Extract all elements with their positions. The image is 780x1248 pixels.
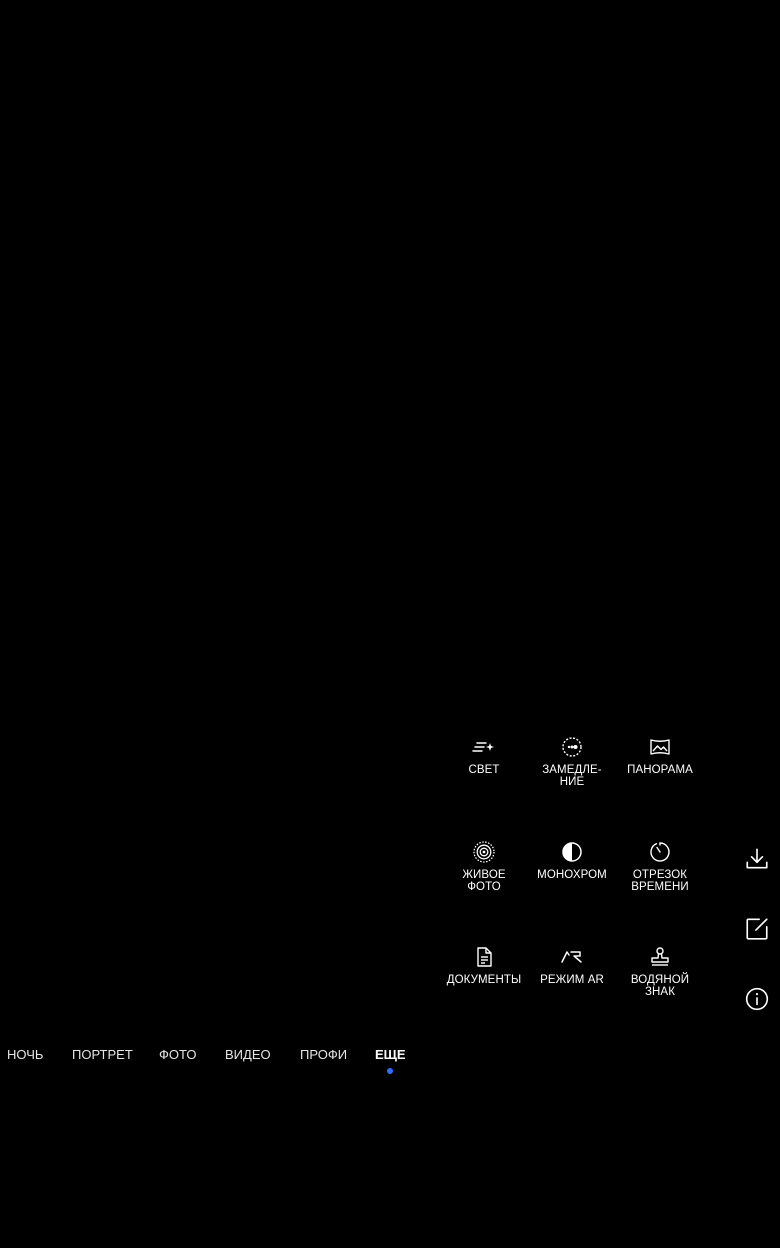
mode-ar[interactable]: РЕЖИМ AR	[528, 945, 616, 986]
info-icon	[744, 986, 770, 1012]
edit-button[interactable]	[744, 916, 770, 942]
monochrome-icon	[560, 840, 584, 864]
document-icon	[472, 945, 496, 969]
mode-tab-pro[interactable]: ПРОФИ	[300, 1047, 347, 1063]
ar-icon	[560, 945, 584, 969]
watermark-stamp-icon	[648, 945, 672, 969]
mode-tab-portrait[interactable]: ПОРТРЕТ	[72, 1047, 133, 1063]
mode-panorama[interactable]: ПАНОРАМА	[616, 735, 704, 776]
timelapse-icon	[648, 840, 672, 864]
mode-timelapse-label: ОТРЕЗОК ВРЕМЕНИ	[631, 869, 689, 893]
mode-watermark-label: ВОДЯНОЙ ЗНАК	[630, 974, 690, 998]
mode-panorama-label: ПАНОРАМА	[627, 764, 693, 776]
live-photo-icon	[472, 840, 496, 864]
mode-live-photo-label: ЖИВОЕ ФОТО	[462, 869, 506, 893]
mode-documents[interactable]: ДОКУМЕНТЫ	[440, 945, 528, 986]
mode-slowmo[interactable]: ЗАМЕДЛЕ- НИЕ	[528, 735, 616, 788]
active-mode-indicator	[387, 1068, 393, 1074]
mode-ar-label: РЕЖИМ AR	[540, 974, 604, 986]
mode-light-label: СВЕТ	[468, 764, 500, 776]
light-painting-icon	[472, 735, 496, 759]
mode-slowmo-label: ЗАМЕДЛЕ- НИЕ	[542, 764, 602, 788]
mode-documents-label: ДОКУМЕНТЫ	[446, 974, 522, 986]
mode-tab-photo[interactable]: ФОТО	[159, 1047, 196, 1063]
mode-tab-more[interactable]: ЕЩЕ	[375, 1047, 406, 1063]
mode-tab-video[interactable]: ВИДЕО	[225, 1047, 271, 1063]
panorama-icon	[648, 735, 672, 759]
mode-light[interactable]: СВЕТ	[440, 735, 528, 776]
download-icon	[744, 846, 770, 872]
mode-timelapse[interactable]: ОТРЕЗОК ВРЕМЕНИ	[616, 840, 704, 893]
mode-monochrome[interactable]: МОНОХРОМ	[528, 840, 616, 881]
download-button[interactable]	[744, 846, 770, 872]
mode-monochrome-label: МОНОХРОМ	[537, 869, 607, 881]
slow-motion-icon	[560, 735, 584, 759]
mode-live-photo[interactable]: ЖИВОЕ ФОТО	[440, 840, 528, 893]
mode-watermark[interactable]: ВОДЯНОЙ ЗНАК	[616, 945, 704, 998]
mode-tab-night[interactable]: НОЧЬ	[7, 1047, 43, 1063]
edit-icon	[744, 916, 770, 942]
info-button[interactable]	[744, 986, 770, 1012]
